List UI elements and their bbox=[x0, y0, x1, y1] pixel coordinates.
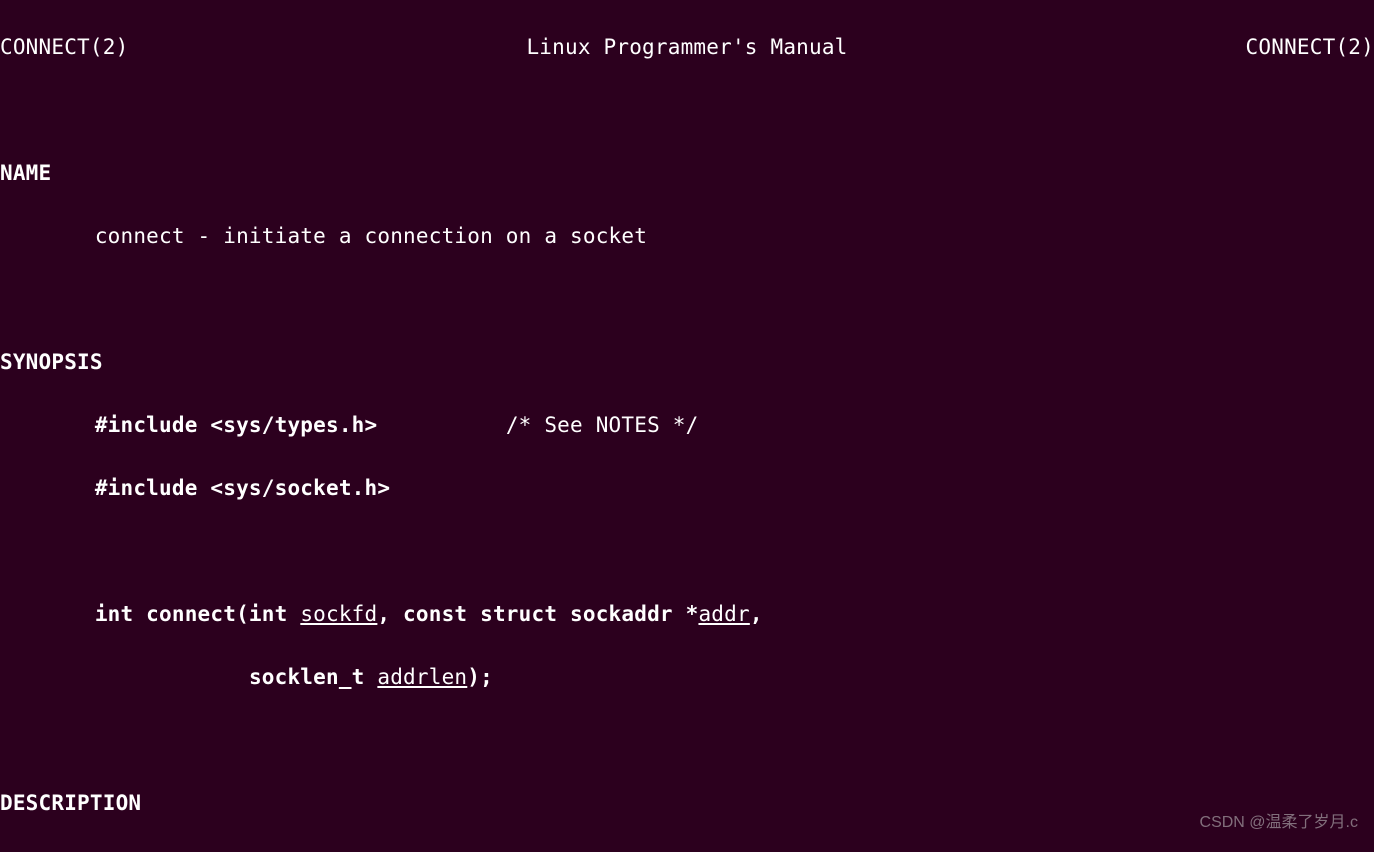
sig-close: ); bbox=[467, 665, 493, 689]
header-right: CONNECT(2) bbox=[1246, 32, 1374, 64]
synopsis-signature-line2: socklen_t addrlen); bbox=[0, 662, 1374, 694]
header-center: Linux Programmer's Manual bbox=[526, 32, 847, 64]
sig-prefix: int connect(int bbox=[95, 602, 301, 626]
synopsis-signature-line1: int connect(int sockfd, const struct soc… bbox=[0, 599, 1374, 631]
synopsis-include-2: #include <sys/socket.h> bbox=[0, 473, 1374, 505]
header-left: CONNECT(2) bbox=[0, 32, 128, 64]
sig-mid: , const struct sockaddr * bbox=[377, 602, 698, 626]
section-heading-name: NAME bbox=[0, 158, 1374, 190]
synopsis-include-1: #include <sys/types.h> /* See NOTES */ bbox=[0, 410, 1374, 442]
section-heading-synopsis: SYNOPSIS bbox=[0, 347, 1374, 379]
sig-type: socklen_t bbox=[249, 665, 377, 689]
sig-comma: , bbox=[750, 602, 763, 626]
name-line: connect - initiate a connection on a soc… bbox=[0, 221, 1374, 253]
include-comment: /* See NOTES */ bbox=[506, 413, 699, 437]
param-addrlen: addrlen bbox=[377, 665, 467, 689]
param-sockfd: sockfd bbox=[300, 602, 377, 626]
section-heading-description: DESCRIPTION bbox=[0, 788, 1374, 820]
param-addr: addr bbox=[698, 602, 749, 626]
watermark-text: CSDN @温柔了岁月.c bbox=[1200, 807, 1358, 839]
header-line: CONNECT(2) Linux Programmer's Manual CONNE… bbox=[0, 32, 1374, 64]
include-directive: #include <sys/types.h> bbox=[95, 413, 378, 437]
man-page: CONNECT(2) Linux Programmer's Manual CONNE… bbox=[0, 0, 1374, 852]
